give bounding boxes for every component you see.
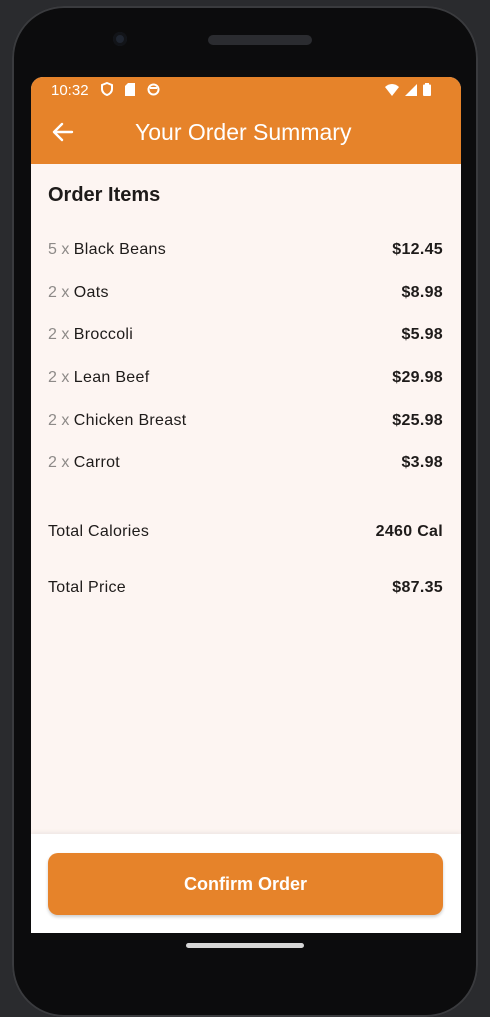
- item-quantity: 2 x: [48, 369, 74, 386]
- order-item-row: 2 x Carrot $3.98: [48, 454, 443, 478]
- status-system-icons: [385, 83, 431, 100]
- total-price-row: Total Price $87.35: [48, 579, 443, 603]
- total-calories-row: Total Calories 2460 Cal: [48, 523, 443, 547]
- arrow-back-icon: [52, 122, 74, 147]
- status-bar: 10:32: [31, 77, 461, 104]
- item-quantity: 2 x: [48, 284, 74, 301]
- sync-circle-icon: [147, 83, 160, 100]
- app-bar: Your Order Summary: [31, 104, 461, 164]
- status-notification-icons: [101, 81, 160, 100]
- item-price: $3.98: [401, 454, 443, 471]
- front-camera: [113, 32, 127, 46]
- order-item-row: 2 x Broccoli $5.98: [48, 326, 443, 350]
- cellular-signal-icon: [405, 83, 417, 100]
- total-price-value: $87.35: [392, 579, 443, 596]
- sd-card-icon: [125, 82, 135, 100]
- item-quantity: 2 x: [48, 412, 74, 429]
- order-items-heading: Order Items: [48, 184, 161, 206]
- item-quantity: 2 x: [48, 326, 74, 343]
- shield-icon: [101, 81, 113, 100]
- battery-icon: [423, 83, 431, 100]
- item-quantity: 2 x: [48, 454, 74, 471]
- total-price-label: Total Price: [48, 579, 126, 596]
- item-price: $5.98: [401, 326, 443, 343]
- confirm-order-button[interactable]: Confirm Order: [48, 853, 443, 915]
- wifi-icon: [385, 83, 399, 100]
- bottom-action-bar: Confirm Order: [31, 834, 461, 933]
- order-item-row: 2 x Lean Beef $29.98: [48, 369, 443, 393]
- phone-frame: 10:32 Your Order Summary Order Items 5 x…: [0, 0, 490, 1017]
- item-name: Carrot: [73, 454, 121, 471]
- item-price: $12.45: [392, 241, 443, 258]
- order-item-row: 2 x Chicken Breast $25.98: [48, 412, 443, 436]
- back-button[interactable]: [49, 120, 77, 148]
- item-name: Lean Beef: [73, 369, 150, 386]
- app-screen: 10:32 Your Order Summary Order Items 5 x…: [31, 77, 461, 933]
- page-title: Your Order Summary: [135, 119, 352, 145]
- earpiece-speaker: [208, 35, 312, 45]
- item-name: Broccoli: [73, 326, 134, 343]
- item-price: $8.98: [401, 284, 443, 301]
- item-quantity: 5 x: [48, 241, 74, 258]
- order-summary-content: Order Items 5 x Black Beans $12.45 2 x O…: [31, 164, 461, 847]
- item-name: Chicken Breast: [73, 412, 187, 429]
- status-time: 10:32: [51, 82, 89, 99]
- item-name: Black Beans: [73, 241, 167, 258]
- item-price: $25.98: [392, 412, 443, 429]
- total-calories-label: Total Calories: [48, 523, 150, 540]
- item-price: $29.98: [392, 369, 443, 386]
- item-name: Oats: [73, 284, 109, 301]
- total-calories-value: 2460 Cal: [375, 523, 443, 540]
- home-indicator[interactable]: [186, 943, 304, 948]
- order-item-row: 2 x Oats $8.98: [48, 284, 443, 308]
- order-item-row: 5 x Black Beans $12.45: [48, 241, 443, 265]
